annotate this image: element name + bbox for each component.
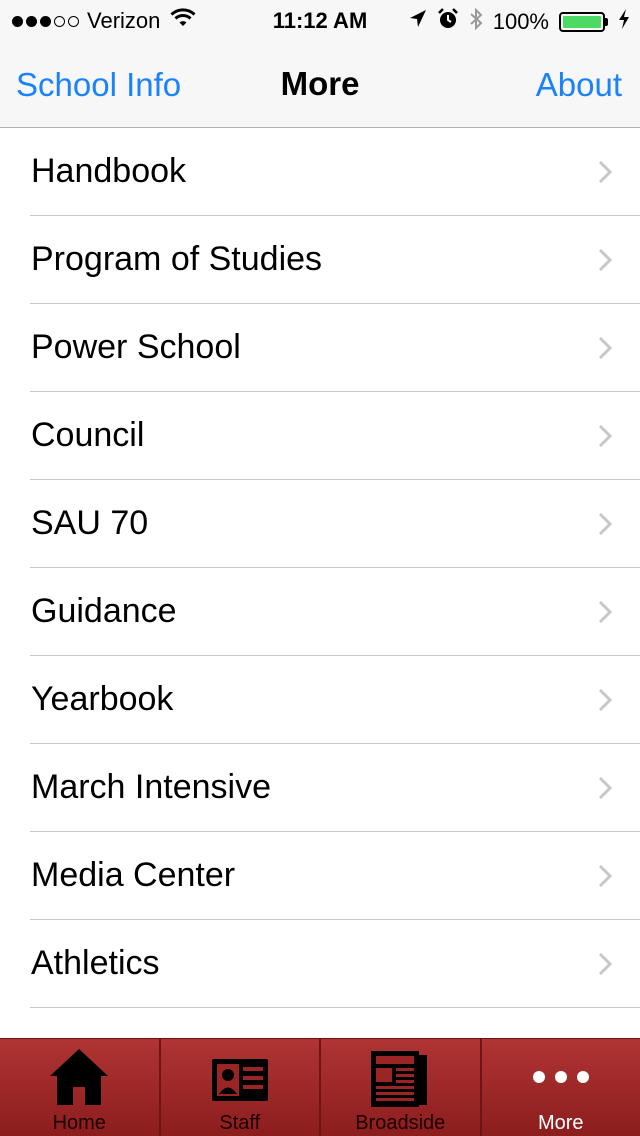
list-item-label: Media Center	[31, 856, 236, 894]
tab-label: Broadside	[355, 1112, 446, 1134]
more-dots-icon	[532, 1045, 589, 1083]
chevron-right-icon	[598, 512, 612, 536]
chevron-right-icon	[598, 336, 612, 360]
chevron-right-icon	[598, 864, 612, 888]
status-bar: Verizon 11:12 AM 100%	[0, 0, 640, 40]
list-item-label: Athletics	[31, 944, 160, 982]
list-item-label: Guidance	[31, 592, 177, 630]
list-item-label: Yearbook	[31, 680, 174, 718]
list-item-label: March Intensive	[31, 768, 271, 806]
list-item-athletics[interactable]: Athletics	[30, 920, 640, 1008]
chevron-right-icon	[598, 424, 612, 448]
list-item-label: Power School	[31, 328, 241, 366]
list-item-council[interactable]: Council	[30, 392, 640, 480]
list-item-label: SAU 70	[31, 504, 149, 542]
list-item-sau-70[interactable]: SAU 70	[30, 480, 640, 568]
chevron-right-icon	[598, 688, 612, 712]
list-item-guidance[interactable]: Guidance	[30, 568, 640, 656]
chevron-right-icon	[598, 600, 612, 624]
location-arrow-icon	[409, 9, 427, 35]
charging-icon	[618, 8, 630, 36]
chevron-right-icon	[598, 160, 612, 184]
chevron-right-icon	[598, 248, 612, 272]
newspaper-icon	[369, 1045, 431, 1116]
more-menu-list[interactable]: Handbook Program of Studies Power School…	[0, 128, 640, 1038]
tab-label: More	[537, 1112, 584, 1134]
list-item-program-of-studies[interactable]: Program of Studies	[30, 216, 640, 304]
navigation-bar: School Info More About	[0, 40, 640, 128]
list-item-media-center[interactable]: Media Center	[30, 832, 640, 920]
chevron-right-icon	[598, 952, 612, 976]
tab-staff[interactable]: Staff	[161, 1039, 321, 1136]
tab-more[interactable]: More	[482, 1039, 640, 1136]
about-button[interactable]: About	[536, 66, 622, 104]
id-card-icon	[209, 1045, 271, 1112]
battery-icon	[559, 12, 608, 32]
battery-percent: 100%	[492, 9, 549, 34]
tab-home[interactable]: Home	[0, 1039, 161, 1136]
tab-bar: Home Staff Broadside More	[0, 1038, 640, 1136]
list-item-label: Handbook	[31, 152, 187, 190]
chevron-right-icon	[598, 776, 612, 800]
alarm-clock-icon	[437, 8, 459, 36]
tab-label: Staff	[219, 1112, 261, 1134]
list-item-power-school[interactable]: Power School	[30, 304, 640, 392]
bluetooth-icon	[469, 7, 483, 37]
status-right: 100%	[409, 7, 630, 37]
home-icon	[48, 1045, 110, 1112]
list-item-label: Council	[31, 416, 145, 454]
list-item-handbook[interactable]: Handbook	[30, 128, 640, 216]
list-item-label: Program of Studies	[31, 240, 323, 278]
tab-broadside[interactable]: Broadside	[321, 1039, 482, 1136]
tab-label: Home	[52, 1112, 106, 1134]
list-item-march-intensive[interactable]: March Intensive	[30, 744, 640, 832]
list-item-yearbook[interactable]: Yearbook	[30, 656, 640, 744]
